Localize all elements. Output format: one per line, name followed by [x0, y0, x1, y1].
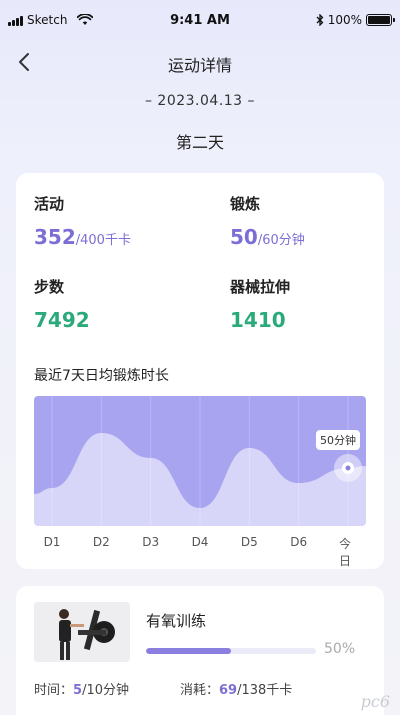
workout-time: 时间：5/10分钟 — [34, 683, 129, 698]
status-bar: Sketch 9:41 AM 100% — [0, 0, 400, 42]
workout-thumbnail — [34, 602, 130, 662]
workout-consume: 消耗：69/138千卡 — [180, 683, 293, 698]
day-label: 第二天 — [175, 133, 224, 152]
exercise-value: 50/60分钟 — [230, 225, 305, 249]
x-tick-label: D4 — [191, 535, 209, 549]
workout-progress-label: 50% — [324, 641, 356, 657]
activity-value: 352/400千卡 — [34, 225, 131, 249]
date-label: – 2023.04.13 – — [144, 93, 256, 109]
x-tick-label: D2 — [92, 535, 110, 549]
stat-steps: 步数 7492 — [34, 276, 90, 331]
exercise-label: 锻炼 — [230, 195, 261, 213]
watermark-logo: pc6 — [360, 692, 390, 711]
exercise-machine-image — [34, 602, 130, 662]
chart-x-axis: D1 D2 D3 D4 D5 D6 今日 — [34, 535, 366, 568]
workout-card[interactable]: 有氧训练 50% 时间：5/10分钟 消耗：69/138千卡 — [16, 586, 384, 715]
x-tick-label: D1 — [43, 535, 61, 549]
chart-tooltip-label: 50分钟 — [320, 433, 356, 447]
workout-progress-fill — [146, 648, 231, 654]
steps-value: 7492 — [34, 308, 90, 332]
stretch-value: 1410 — [230, 308, 286, 332]
x-tick-label: 今日 — [339, 537, 352, 568]
battery-icon — [366, 14, 395, 26]
exercise-area-chart: 50分钟 — [34, 396, 366, 526]
x-tick-label: D5 — [240, 535, 258, 549]
x-tick-label: D6 — [290, 535, 308, 549]
activity-label: 活动 — [34, 195, 65, 213]
page-title: 运动详情 — [167, 56, 232, 75]
steps-label: 步数 — [34, 278, 65, 296]
battery-percent: 100% — [327, 13, 362, 27]
workout-name: 有氧训练 — [146, 612, 207, 630]
stats-card: 活动 352/400千卡 锻炼 50/60分钟 步数 7492 器械拉伸 141… — [16, 173, 384, 569]
stat-exercise: 锻炼 50/60分钟 — [230, 193, 305, 252]
chart-highlight-center — [345, 465, 351, 471]
status-right: 100% — [316, 13, 395, 27]
x-tick-label: D3 — [142, 535, 160, 549]
bluetooth-icon — [316, 14, 324, 26]
workout-progress-bar — [146, 648, 316, 654]
stat-activity: 活动 352/400千卡 — [34, 193, 131, 252]
chart-title: 最近7天日均锻炼时长 — [34, 368, 169, 384]
stat-stretch: 器械拉伸 1410 — [230, 276, 290, 331]
stretch-label: 器械拉伸 — [230, 278, 291, 296]
